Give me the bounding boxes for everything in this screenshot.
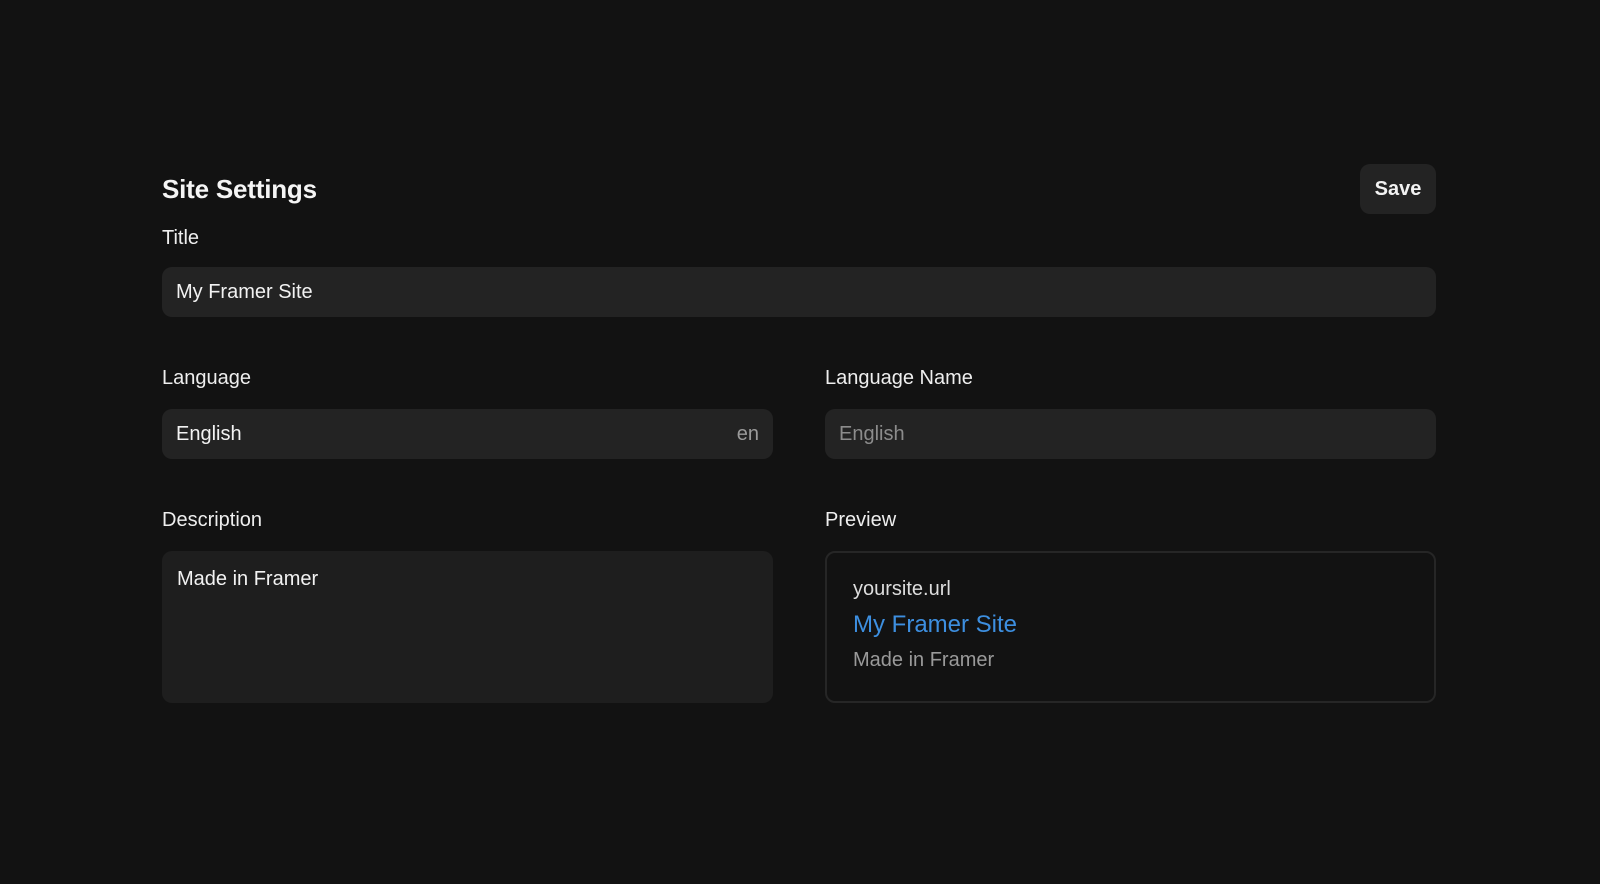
language-row: Language English en Language Name Englis…: [162, 366, 1436, 459]
description-row: Description Made in Framer Preview yours…: [162, 508, 1436, 703]
description-textarea[interactable]: Made in Framer: [162, 551, 773, 703]
language-name-field-group: Language Name English: [825, 366, 1436, 459]
language-name-input[interactable]: English: [825, 409, 1436, 459]
title-input-value: My Framer Site: [176, 280, 313, 303]
language-field-group: Language English en: [162, 366, 773, 459]
description-field-group: Description Made in Framer: [162, 508, 773, 703]
preview-description: Made in Framer: [853, 649, 995, 671]
save-button[interactable]: Save: [1360, 164, 1436, 214]
language-name-placeholder: English: [839, 422, 905, 445]
description-value: Made in Framer: [177, 568, 319, 590]
preview-label: Preview: [825, 509, 897, 531]
language-select[interactable]: English en: [162, 409, 773, 459]
settings-header: Site Settings Save: [162, 164, 1436, 214]
title-label: Title: [162, 227, 200, 249]
language-code: en: [736, 422, 759, 445]
language-label: Language: [162, 367, 251, 389]
preview-title: My Framer Site: [853, 611, 1018, 638]
language-name-label: Language Name: [825, 367, 973, 389]
title-field-group: Title My Framer Site: [162, 226, 1436, 317]
description-label: Description: [162, 509, 263, 531]
site-settings-panel: Site Settings Save Title My Framer Site …: [162, 164, 1436, 703]
language-select-value: English: [176, 422, 242, 445]
search-preview-card: yoursite.url My Framer Site Made in Fram…: [825, 551, 1436, 703]
page-title: Site Settings: [162, 173, 317, 204]
title-input[interactable]: My Framer Site: [162, 267, 1436, 317]
preview-url: yoursite.url: [853, 578, 951, 600]
preview-group: Preview yoursite.url My Framer Site Made…: [825, 508, 1436, 703]
